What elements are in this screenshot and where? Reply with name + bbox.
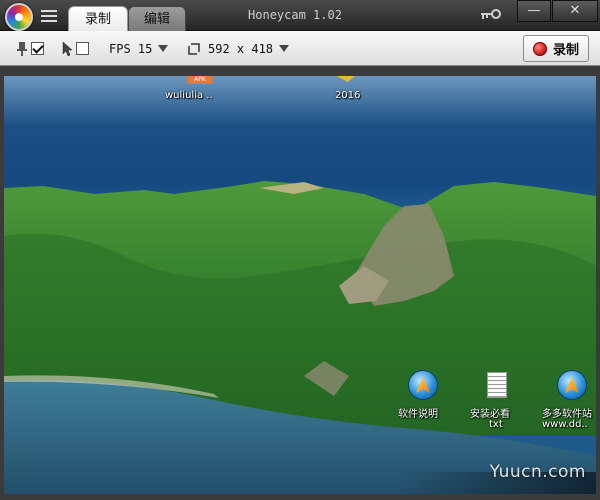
desktop-icon-label[interactable]: 软件说明 <box>398 405 438 420</box>
close-button[interactable]: ✕ <box>552 0 598 22</box>
apk-icon[interactable]: APK <box>187 76 213 84</box>
key-icon[interactable] <box>478 6 502 24</box>
capture-area[interactable]: APK wuliulia .. 2016 软件说明 安装必看 txt 多多软件站… <box>4 76 596 494</box>
chevron-down-icon <box>158 45 169 52</box>
resize-icon <box>188 42 200 55</box>
capture-toolbar: FPS 15 592 x 418 录制 <box>0 31 600 66</box>
record-button[interactable]: 录制 <box>523 35 589 62</box>
tab-record[interactable]: 录制 <box>68 6 128 32</box>
capture-frame[interactable]: APK wuliulia .. 2016 软件说明 安装必看 txt 多多软件站… <box>0 66 600 500</box>
tab-edit[interactable]: 编辑 <box>128 6 186 31</box>
desktop-icon-sublabel: www.dd.. <box>542 419 588 430</box>
text-file-icon[interactable] <box>487 372 507 398</box>
shortcut-globe-icon[interactable] <box>408 370 438 400</box>
capture-size-dropdown[interactable]: 592 x 418 <box>187 31 290 66</box>
show-cursor-checkbox[interactable] <box>76 42 89 55</box>
shortcut-globe-icon[interactable] <box>557 370 587 400</box>
desktop-icon-label[interactable]: wuliulia .. <box>165 90 213 101</box>
desktop-icon-label[interactable]: 多多软件站 <box>542 405 592 420</box>
honeycam-logo-icon[interactable] <box>5 3 33 31</box>
watermark-text: Yuucn.com <box>489 462 586 482</box>
cursor-icon <box>62 40 73 56</box>
minimize-button[interactable]: — <box>517 0 551 22</box>
chevron-down-icon <box>279 45 290 52</box>
desktop-icon-label[interactable]: 2016 <box>335 90 360 101</box>
window-title: Honeycam 1.02 <box>248 8 342 22</box>
fps-value: FPS 15 <box>109 41 153 56</box>
title-bar: 录制 编辑 Honeycam 1.02 — ✕ <box>0 0 600 32</box>
desktop-icon-label[interactable]: 安装必看 <box>470 405 510 420</box>
desktop-icon-sublabel: txt <box>489 419 503 430</box>
fps-dropdown[interactable]: FPS 15 <box>109 31 169 66</box>
pin-icon <box>17 41 27 56</box>
always-on-top-checkbox[interactable] <box>31 42 44 55</box>
record-button-label: 录制 <box>552 43 579 58</box>
always-on-top-group <box>16 31 44 66</box>
capture-size-value: 592 x 418 <box>208 41 274 56</box>
show-cursor-group <box>62 31 89 66</box>
record-dot-icon <box>532 41 547 56</box>
desktop-wallpaper <box>4 181 596 494</box>
menu-icon[interactable] <box>41 10 57 22</box>
